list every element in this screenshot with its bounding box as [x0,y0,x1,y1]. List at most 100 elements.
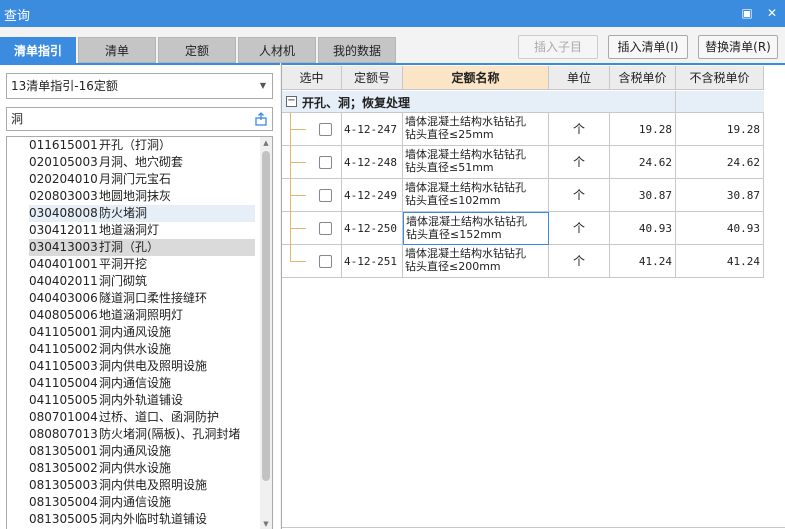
quota-code-cell[interactable]: 4-12-251 [342,245,403,278]
tree-item[interactable]: 040402011洞门砌筑 [29,273,255,290]
scroll-up-icon[interactable]: ▲ [260,137,272,149]
tree-item[interactable]: 041105004洞内通信设施 [29,375,255,392]
quota-name-cell[interactable]: 墙体混凝土结构水钻钻孔 钻头直径≤200mm [403,245,549,278]
tree-item-name: 平洞开挖 [99,257,148,271]
unit-cell[interactable]: 个 [549,113,610,146]
tree-item[interactable]: 041105003洞内供电及照明设施 [29,358,255,375]
quota-name-line1: 墙体混凝土结构水钻钻孔 [405,115,526,128]
table-row[interactable]: 4-12-247 墙体混凝土结构水钻钻孔 钻头直径≤25mm 个 19.28 19.28 [282,113,764,146]
tree-item[interactable]: 030412011地道涵洞灯 [29,222,255,239]
quota-name-cell[interactable]: 墙体混凝土结构水钻钻孔 钻头直径≤102mm [403,179,549,212]
tree-item-name: 洞门砌筑 [99,274,148,288]
tree-item[interactable]: 081305005洞内外临时轨道铺设 [29,511,255,528]
tree-item[interactable]: 020204010月洞门元宝石 [29,171,255,188]
quota-name-cell[interactable]: 墙体混凝土结构水钻钻孔 钻头直径≤25mm [403,113,549,146]
table-row[interactable]: 4-12-248 墙体混凝土结构水钻钻孔 钻头直径≤51mm 个 24.62 24.62 [282,146,764,179]
unit-cell[interactable]: 个 [549,146,610,179]
row-checkbox[interactable] [319,255,332,268]
group-row[interactable]: − 开孔、洞；恢复处理 [282,91,764,113]
tree-item[interactable]: 030413003打洞（孔） [29,239,255,256]
table-row[interactable]: 4-12-249 墙体混凝土结构水钻钻孔 钻头直径≤102mm 个 30.87 30.87 [282,179,764,212]
col-header-code[interactable]: 定额号 [342,66,403,90]
row-checkbox[interactable] [319,123,332,136]
price-tax-cell[interactable]: 24.62 [610,146,676,179]
tree-item[interactable]: 040401001平洞开挖 [29,256,255,273]
select-cell [282,245,342,278]
tree-item-name: 洞内供水设施 [99,342,172,356]
col-header-price-notax[interactable]: 不含税单价 [676,66,764,90]
scrollbar-thumb[interactable] [262,151,270,481]
right-panel: 选中 定额号 定额名称 单位 含税单价 不含税单价 − 开孔、洞；恢复处理 4-… [281,63,785,529]
tree-item[interactable]: 020105003月洞、地穴砌套 [29,154,255,171]
tree-item[interactable]: 081305003洞内供电及照明设施 [29,477,255,494]
tab-list-guide[interactable]: 清单指引 [0,37,76,63]
replace-list-button[interactable]: 替换清单(R) [698,35,778,59]
close-icon[interactable]: ✕ [763,4,781,22]
tree-item-code: 080807013 [29,427,98,441]
tree-item-code: 030412011 [29,223,98,237]
tree-item-name: 洞内通风设施 [99,444,172,458]
col-header-select[interactable]: 选中 [282,66,342,90]
unit-cell[interactable]: 个 [549,212,610,245]
tree-item[interactable]: 011615001开孔（打洞） [29,137,255,154]
price-tax-cell[interactable]: 41.24 [610,245,676,278]
maximize-icon[interactable]: ▣ [738,4,756,22]
unit-cell[interactable]: 个 [549,245,610,278]
col-header-price-tax[interactable]: 含税单价 [610,66,676,90]
tree-scrollbar[interactable]: ▲ ▼ [260,137,272,529]
tree-item[interactable]: 030408008防火堵洞 [29,205,255,222]
scroll-down-icon[interactable]: ▼ [260,518,272,529]
tab-quota[interactable]: 定额 [158,37,236,63]
price-tax-cell[interactable]: 40.93 [610,212,676,245]
tree-line [290,228,306,229]
tree-item[interactable]: 080807013防火堵洞(隔板)、孔洞封堵 [29,426,255,443]
tree-item-code: 041105002 [29,342,98,356]
price-notax-cell[interactable]: 24.62 [676,146,764,179]
row-checkbox[interactable] [319,189,332,202]
insert-list-button[interactable]: 插入清单(I) [608,35,688,59]
tree-item[interactable]: 081305001洞内通风设施 [29,443,255,460]
table-row[interactable]: 4-12-251 墙体混凝土结构水钻钻孔 钻头直径≤200mm 个 41.24 41.24 [282,245,764,278]
tree-item[interactable]: 020803003地圆地洞抹灰 [29,188,255,205]
quota-code-cell[interactable]: 4-12-249 [342,179,403,212]
guide-tree[interactable]: 011615001开孔（打洞） 020105003月洞、地穴砌套 020204010… [6,136,273,529]
table-row[interactable]: 4-12-250 墙体混凝土结构水钻钻孔 钻头直径≤152mm 个 40.93 40.93 [282,212,764,245]
tree-item[interactable]: 081305004洞内通信设施 [29,494,255,511]
price-notax-cell[interactable]: 40.93 [676,212,764,245]
tree-item[interactable]: 080701004过桥、道口、函洞防护 [29,409,255,426]
insert-child-button[interactable]: 插入子目 [518,35,598,59]
quota-code-cell[interactable]: 4-12-248 [342,146,403,179]
col-header-name[interactable]: 定额名称 [403,66,549,90]
price-tax-cell[interactable]: 19.28 [610,113,676,146]
price-notax-cell[interactable]: 41.24 [676,245,764,278]
tree-item[interactable]: 041105005洞内外轨道铺设 [29,392,255,409]
tab-list[interactable]: 清单 [78,37,156,63]
row-checkbox[interactable] [319,156,332,169]
row-checkbox[interactable] [319,222,332,235]
tree-item[interactable]: 081305002洞内供水设施 [29,460,255,477]
guide-select[interactable]: 13清单指引-16定额 ▼ [6,73,273,99]
quota-name-cell[interactable]: 墙体混凝土结构水钻钻孔 钻头直径≤51mm [403,146,549,179]
tab-my-data[interactable]: 我的数据 [318,37,396,63]
quota-name-cell[interactable]: 墙体混凝土结构水钻钻孔 钻头直径≤152mm [403,212,549,245]
tree-item-code: 041105004 [29,376,98,390]
tree-item[interactable]: 041105001洞内通风设施 [29,324,255,341]
price-tax-cell[interactable]: 30.87 [610,179,676,212]
quota-name-line2: 钻头直径≤200mm [405,260,501,273]
tree-item-name: 洞内通风设施 [99,325,172,339]
quota-code-cell[interactable]: 4-12-250 [342,212,403,245]
quota-code-cell[interactable]: 4-12-247 [342,113,403,146]
search-input[interactable]: 洞 [6,107,273,131]
search-filter-icon[interactable] [254,112,268,126]
tree-item[interactable]: 041105002洞内供水设施 [29,341,255,358]
price-notax-cell[interactable]: 30.87 [676,179,764,212]
tree-item-name: 开孔（打洞） [99,138,172,152]
tree-item-name: 防火堵洞(隔板)、孔洞封堵 [99,427,241,441]
col-header-unit[interactable]: 单位 [549,66,610,90]
price-notax-cell[interactable]: 19.28 [676,113,764,146]
tree-item[interactable]: 040805006地道涵洞照明灯 [29,307,255,324]
tree-item[interactable]: 040403006隧道洞口柔性接缝环 [29,290,255,307]
unit-cell[interactable]: 个 [549,179,610,212]
collapse-icon[interactable]: − [286,96,297,107]
tab-materials[interactable]: 人材机 [238,37,316,63]
